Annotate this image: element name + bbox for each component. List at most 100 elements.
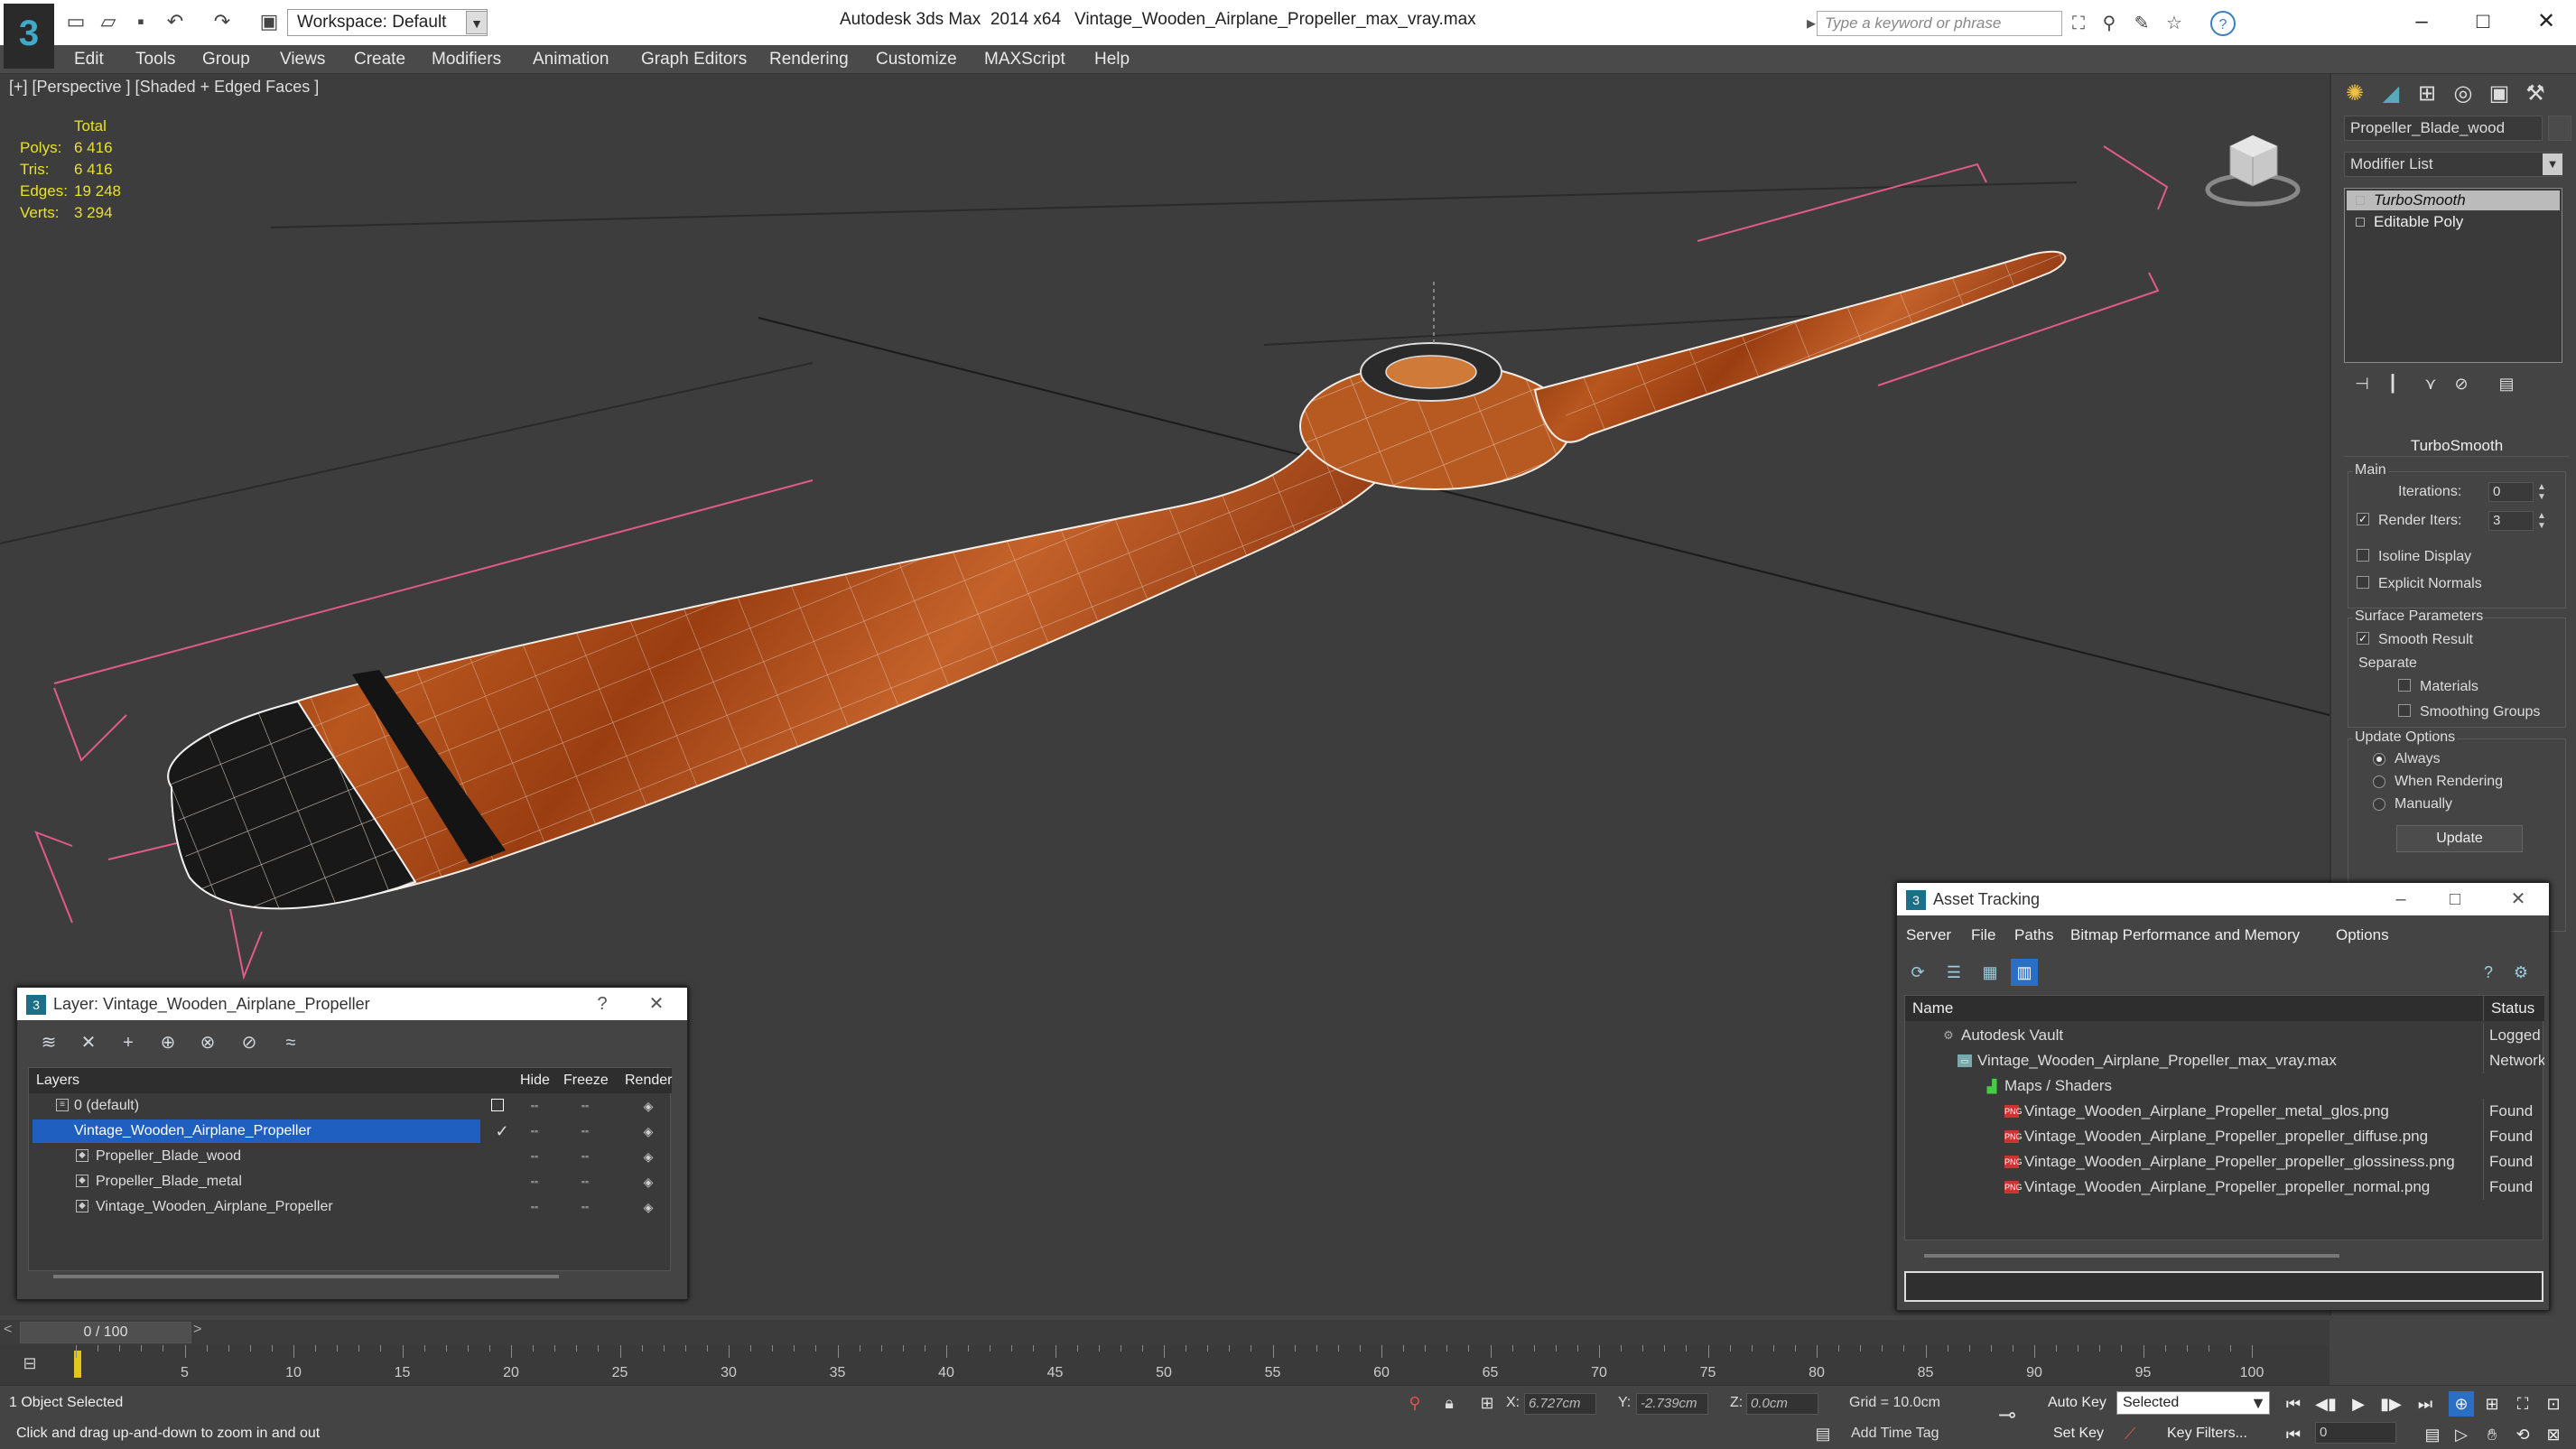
hide-toggle[interactable]: ╍ (516, 1119, 553, 1144)
freeze-toggle[interactable]: ╍ (567, 1194, 603, 1220)
utilities-tab-icon[interactable]: ⚒ (2519, 78, 2552, 110)
menu-file[interactable]: File (1971, 926, 1995, 944)
menu-create[interactable]: Create (354, 45, 405, 74)
menu-modifiers[interactable]: Modifiers (432, 45, 501, 74)
go-to-end-icon[interactable]: ⏭ (2413, 1391, 2438, 1416)
set-key-button[interactable]: Set Key (2053, 1426, 2104, 1442)
render-teapot-icon[interactable]: ◈ (630, 1093, 666, 1119)
grid-view-icon[interactable]: ▥ (2011, 959, 2038, 986)
time-slider-thumb[interactable]: 0 / 100 (20, 1322, 191, 1343)
communication-icon[interactable]: ✎ (2129, 11, 2154, 36)
layer-settings-icon[interactable]: ≋ (35, 1029, 62, 1056)
menu-views[interactable]: Views (280, 45, 325, 74)
smooth-result-checkbox[interactable]: ✓ (2357, 632, 2369, 645)
rollout-header[interactable]: TurboSmooth (2344, 435, 2570, 457)
table-row[interactable]: PNG Vintage_Wooden_Airplane_Propeller_pr… (1905, 1149, 2544, 1175)
render-iters-field[interactable]: 3 (2488, 511, 2534, 531)
menu-bitmap-performance[interactable]: Bitmap Performance and Memory (2070, 926, 2300, 944)
add-to-layer-icon[interactable]: ⊕ (154, 1029, 181, 1056)
chevron-down-icon[interactable]: ▼ (2246, 1391, 2270, 1415)
key-filters-button[interactable]: Key Filters... (2167, 1426, 2247, 1442)
table-row[interactable]: ≡ 0 (default) ╍ ╍ ◈ (29, 1093, 672, 1119)
column-render[interactable]: Render (625, 1068, 673, 1093)
lock-selection-icon[interactable]: 🔒︎ (1437, 1391, 1461, 1415)
menu-group[interactable]: Group (202, 45, 250, 74)
time-config-icon[interactable]: ▤ (2420, 1422, 2445, 1447)
table-row[interactable]: PNG Vintage_Wooden_Airplane_Propeller_pr… (1905, 1124, 2544, 1149)
hide-toggle[interactable]: ╍ (516, 1144, 553, 1169)
table-row[interactable]: ⚙ Autodesk Vault Logged O (1905, 1023, 2544, 1048)
table-row[interactable]: ◆ Propeller_Blade_wood ╍ ╍ ◈ (29, 1144, 672, 1169)
time-slider[interactable]: < 0 / 100 > (0, 1320, 2330, 1345)
asset-path-field[interactable] (1904, 1271, 2543, 1302)
menu-edit[interactable]: Edit (74, 45, 104, 74)
redo-icon[interactable]: ↷ (209, 9, 235, 34)
help-icon[interactable]: ? (2475, 959, 2502, 986)
default-in-out-icon[interactable]: ⟋ (2118, 1422, 2142, 1445)
hide-toggle[interactable]: ╍ (516, 1093, 553, 1119)
chevron-down-icon[interactable]: ▼ (466, 11, 488, 34)
menu-animation[interactable]: Animation (533, 45, 609, 74)
horizontal-scrollbar[interactable] (1924, 1254, 2339, 1258)
close-icon[interactable]: ✕ (2519, 5, 2573, 38)
minimize-icon[interactable]: – (2385, 883, 2417, 915)
maximize-icon[interactable]: □ (2439, 883, 2471, 915)
create-layer-icon[interactable]: + (115, 1029, 142, 1056)
time-next-icon[interactable]: > (193, 1322, 201, 1338)
save-file-icon[interactable]: ▪ (128, 9, 153, 34)
freeze-toggle[interactable]: ╍ (567, 1093, 603, 1119)
menu-maxscript[interactable]: MAXScript (984, 45, 1065, 74)
orbit-icon[interactable]: ⟲ (2510, 1422, 2535, 1447)
menu-rendering[interactable]: Rendering (769, 45, 849, 74)
freeze-toggle[interactable]: ╍ (567, 1144, 603, 1169)
smoothing-groups-checkbox[interactable] (2398, 704, 2411, 717)
pin-stack-icon[interactable]: ⊣ (2349, 372, 2375, 395)
menu-paths[interactable]: Paths (2014, 926, 2053, 944)
object-name-field[interactable]: Propeller_Blade_wood (2344, 116, 2543, 141)
table-row[interactable]: PNG Vintage_Wooden_Airplane_Propeller_pr… (1905, 1175, 2544, 1200)
zoom-extents-all-icon[interactable]: ⊡ (2541, 1391, 2566, 1416)
configure-sets-icon[interactable]: ▤ (2494, 372, 2519, 395)
render-teapot-icon[interactable]: ◈ (630, 1169, 666, 1194)
modify-tab-icon[interactable]: ◢ (2375, 78, 2407, 110)
workspace-dropdown[interactable]: Workspace: Default (287, 9, 488, 36)
expand-icon[interactable] (2356, 218, 2365, 227)
always-radio[interactable] (2373, 753, 2385, 766)
spinner-icon[interactable]: ▲ ▼ (2535, 482, 2548, 502)
zoom-all-icon[interactable]: ⊞ (2479, 1391, 2505, 1416)
key-mode-icon[interactable]: ⏮ (2281, 1422, 2306, 1447)
column-hide[interactable]: Hide (520, 1068, 550, 1093)
new-file-icon[interactable]: ▭ (63, 9, 88, 34)
hide-all-icon[interactable]: ≈ (277, 1029, 304, 1056)
table-row[interactable]: ≡ Vintage_Wooden_Airplane_Propeller ✓ ╍ … (29, 1119, 672, 1144)
menu-customize[interactable]: Customize (876, 45, 957, 74)
go-to-start-icon[interactable]: ⏮ (2281, 1391, 2306, 1416)
menu-server[interactable]: Server (1906, 926, 1951, 944)
horizontal-scrollbar[interactable] (53, 1275, 559, 1278)
make-unique-icon[interactable]: ⋎ (2418, 372, 2443, 395)
list-view-icon[interactable]: ☰ (1940, 959, 1967, 986)
object-color-swatch[interactable] (2548, 116, 2571, 141)
pan-view-icon[interactable]: ✋︎ (2479, 1422, 2505, 1447)
active-layer-check-icon[interactable]: ✓ (484, 1119, 520, 1144)
current-frame-field[interactable]: 0 (2315, 1422, 2396, 1444)
render-iters-checkbox[interactable]: ✓ (2357, 513, 2369, 525)
chevron-down-icon[interactable]: ▼ (2543, 153, 2562, 175)
previous-frame-icon[interactable]: ◀▮ (2313, 1391, 2339, 1416)
undo-icon[interactable]: ↶ (163, 9, 188, 34)
remove-modifier-icon[interactable]: ⊘ (2449, 372, 2474, 395)
menu-help[interactable]: Help (1094, 45, 1130, 74)
column-name[interactable]: Name (1905, 996, 2483, 1021)
time-prev-icon[interactable]: < (4, 1322, 12, 1338)
zoom-extents-icon[interactable]: ⛶ (2510, 1391, 2535, 1416)
track-bar[interactable]: ⊟ 5 10 15 20 25 30 35 40 45 50 55 60 65 70 75 80 85 90 95 1… (0, 1345, 2330, 1385)
close-icon[interactable]: ✕ (640, 988, 673, 1020)
field-of-view-icon[interactable]: ▷ (2449, 1422, 2474, 1447)
favorites-star-icon[interactable]: ☆ (2162, 11, 2187, 36)
add-time-tag[interactable]: Add Time Tag (1851, 1426, 1939, 1442)
help-icon[interactable]: ? (2210, 11, 2236, 36)
menu-graph-editors[interactable]: Graph Editors (641, 45, 747, 74)
materials-checkbox[interactable] (2398, 679, 2411, 692)
isoline-checkbox[interactable] (2357, 549, 2369, 562)
delete-layer-icon[interactable]: ✕ (75, 1029, 102, 1056)
